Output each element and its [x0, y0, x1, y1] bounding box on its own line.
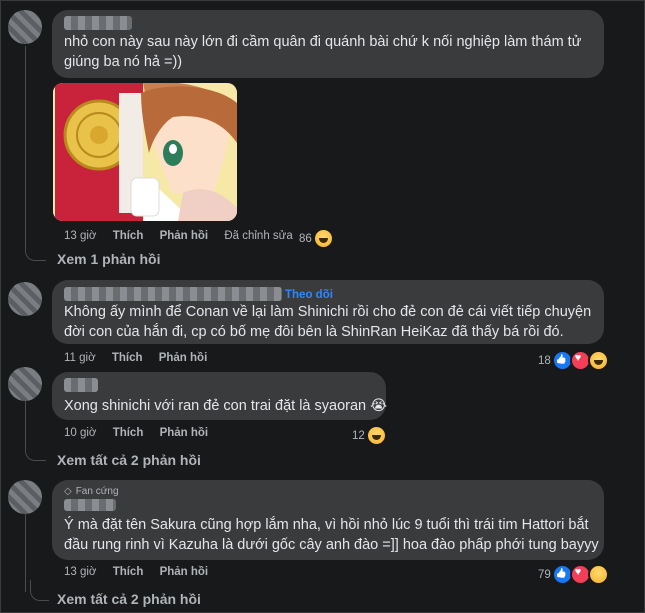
avatar[interactable] — [8, 367, 42, 401]
care-icon — [587, 564, 609, 585]
edited-label: Đã chỉnh sửa — [224, 230, 293, 242]
comment-actions: 11 giờ Thích Phản hồi — [64, 352, 220, 364]
reply-button[interactable]: Phản hồi — [159, 352, 208, 364]
reaction-summary[interactable]: 79 — [538, 564, 609, 585]
avatar[interactable] — [8, 282, 42, 316]
fan-badge: ◇ Fan cứng — [64, 486, 119, 497]
reply-button[interactable]: Phản hồi — [160, 566, 209, 578]
avatar[interactable] — [8, 10, 42, 44]
comment-text: nhỏ con này sau này lớn đi cầm quân đi q… — [64, 34, 582, 50]
haha-icon — [365, 425, 387, 446]
thread-connector — [25, 440, 46, 461]
like-button[interactable]: Thích — [113, 230, 144, 242]
avatar[interactable] — [8, 480, 42, 514]
badge-label: Fan cứng — [75, 486, 119, 497]
follow-button[interactable]: Theo dõi — [285, 289, 333, 301]
comment-actions: 13 giờ Thích Phản hồi Đã chỉnh sửa — [64, 230, 306, 242]
author-name[interactable] — [64, 16, 132, 30]
comment-text: Ý mà đặt tên Sakura cũng hợp lắm nha, vì… — [64, 517, 589, 533]
comment-image[interactable] — [53, 83, 237, 221]
comment-text: đời con của hắn đi, cp có bố mẹ đôi bên … — [64, 324, 564, 340]
thread-line — [25, 512, 26, 592]
comment-text: Không ấy mình để Conan về lại làm Shinic… — [64, 304, 592, 320]
thread-connector — [30, 580, 49, 601]
timestamp[interactable]: 13 giờ — [64, 566, 96, 578]
comment-text: giúng ba nó hả =)) — [64, 54, 183, 70]
view-replies-link[interactable]: Xem tất cả 2 phản hồi — [57, 452, 201, 468]
reaction-count: 86 — [299, 232, 312, 245]
reply-button[interactable]: Phản hồi — [160, 427, 209, 439]
comment-text: đầu rung rinh vì Kazuha là dưới gốc cây … — [64, 537, 599, 553]
like-button[interactable]: Thích — [112, 352, 143, 364]
author-name[interactable] — [64, 287, 282, 301]
reaction-summary[interactable]: 18 — [538, 350, 609, 371]
timestamp[interactable]: 13 giờ — [64, 230, 96, 242]
haha-icon — [312, 228, 334, 249]
haha-icon — [587, 350, 609, 371]
reaction-count: 18 — [538, 354, 551, 367]
timestamp[interactable]: 11 giờ — [64, 352, 96, 364]
like-button[interactable]: Thích — [113, 566, 144, 578]
author-name[interactable] — [64, 499, 116, 511]
reaction-summary[interactable]: 12 — [352, 425, 387, 446]
comment-text: Xong shinichi với ran đẻ con trai đặt là… — [64, 398, 388, 414]
thread-connector — [25, 240, 46, 261]
anime-girl-image — [53, 83, 237, 221]
comment-actions: 10 giờ Thích Phản hồi — [64, 427, 221, 439]
diamond-icon: ◇ — [64, 486, 72, 497]
timestamp[interactable]: 10 giờ — [64, 427, 96, 439]
thread-line — [25, 46, 26, 251]
author-name[interactable] — [64, 378, 98, 392]
reaction-count: 79 — [538, 568, 551, 581]
view-replies-link[interactable]: Xem 1 phản hồi — [57, 251, 160, 267]
reaction-summary[interactable]: 86 — [299, 228, 334, 249]
view-replies-link[interactable]: Xem tất cả 2 phản hồi — [57, 591, 201, 607]
reply-button[interactable]: Phản hồi — [160, 230, 209, 242]
comment-actions: 13 giờ Thích Phản hồi — [64, 566, 221, 578]
like-button[interactable]: Thích — [113, 427, 144, 439]
reaction-count: 12 — [352, 429, 365, 442]
